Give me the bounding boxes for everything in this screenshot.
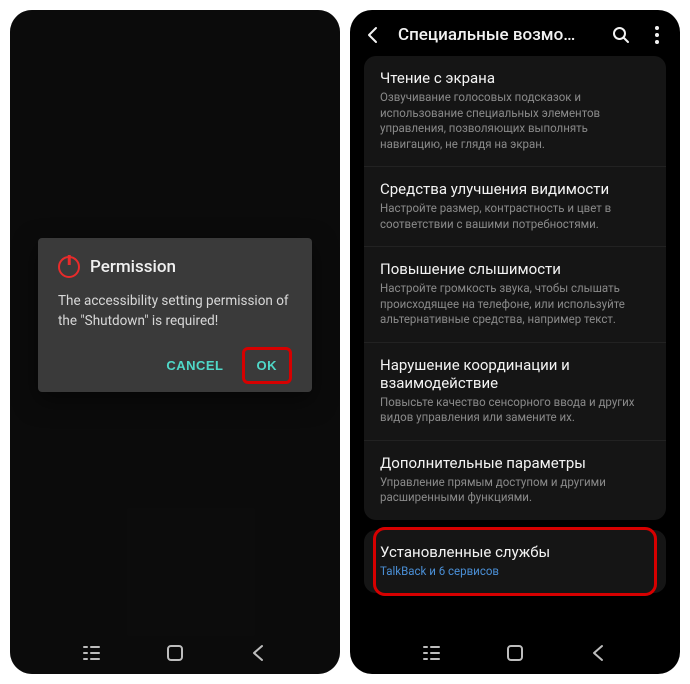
row-title: Нарушение координации и взаимодействие xyxy=(380,356,650,392)
nav-recents[interactable] xyxy=(410,639,454,667)
more-icon[interactable] xyxy=(646,24,668,46)
ok-button[interactable]: OK xyxy=(247,352,288,379)
row-title: Дополнительные параметры xyxy=(380,454,650,472)
dialog-body: The accessibility setting permission of … xyxy=(58,292,292,331)
row-screen-reader[interactable]: Чтение с экрана Озвучивание голосовых по… xyxy=(364,56,666,167)
settings-group-installed: Установленные службы TalkBack и 6 сервис… xyxy=(364,530,666,594)
row-title: Средства улучшения видимости xyxy=(380,180,650,198)
row-title: Чтение с экрана xyxy=(380,69,650,87)
power-icon xyxy=(58,256,80,278)
nav-back[interactable] xyxy=(576,639,620,667)
row-subtitle: Настройте размер, контрастность и цвет в… xyxy=(380,201,650,232)
search-icon[interactable] xyxy=(610,24,632,46)
nav-home[interactable] xyxy=(493,639,537,667)
row-visibility[interactable]: Средства улучшения видимости Настройте р… xyxy=(364,167,666,247)
nav-bar xyxy=(10,632,340,674)
phone-screen-left: Permission The accessibility setting per… xyxy=(10,10,340,674)
row-subtitle: TalkBack и 6 сервисов xyxy=(380,564,650,580)
row-interaction[interactable]: Нарушение координации и взаимодействие П… xyxy=(364,343,666,441)
dialog-title: Permission xyxy=(90,257,176,277)
row-subtitle: Управление прямым доступом и другими рас… xyxy=(380,475,650,506)
settings-group-main: Чтение с экрана Озвучивание голосовых по… xyxy=(364,56,666,520)
dialog-actions: CANCEL OK xyxy=(58,347,292,384)
row-title: Повышение слышимости xyxy=(380,260,650,278)
settings-list[interactable]: Чтение с экрана Озвучивание голосовых по… xyxy=(350,56,680,632)
row-advanced[interactable]: Дополнительные параметры Управление прям… xyxy=(364,441,666,520)
app-bar: Специальные возмо… xyxy=(350,10,680,56)
back-icon[interactable] xyxy=(362,24,384,46)
phone-screen-right: Специальные возмо… Чтение с экрана Озвуч… xyxy=(350,10,680,674)
row-installed-services[interactable]: Установленные службы TalkBack и 6 сервис… xyxy=(364,530,666,594)
row-subtitle: Озвучивание голосовых подсказок и исполь… xyxy=(380,90,650,152)
row-title: Установленные службы xyxy=(380,543,650,561)
nav-bar xyxy=(350,632,680,674)
highlight-ok: OK xyxy=(242,347,293,384)
page-title: Специальные возмо… xyxy=(398,25,596,45)
row-hearing[interactable]: Повышение слышимости Настройте громкость… xyxy=(364,247,666,343)
nav-back[interactable] xyxy=(236,639,280,667)
row-subtitle: Настройте громкость звука, чтобы слышать… xyxy=(380,281,650,328)
permission-dialog: Permission The accessibility setting per… xyxy=(38,238,312,392)
nav-recents[interactable] xyxy=(70,639,114,667)
row-subtitle: Повысьте качество сенсорного ввода и дру… xyxy=(380,395,650,426)
cancel-button[interactable]: CANCEL xyxy=(154,347,235,384)
nav-home[interactable] xyxy=(153,639,197,667)
